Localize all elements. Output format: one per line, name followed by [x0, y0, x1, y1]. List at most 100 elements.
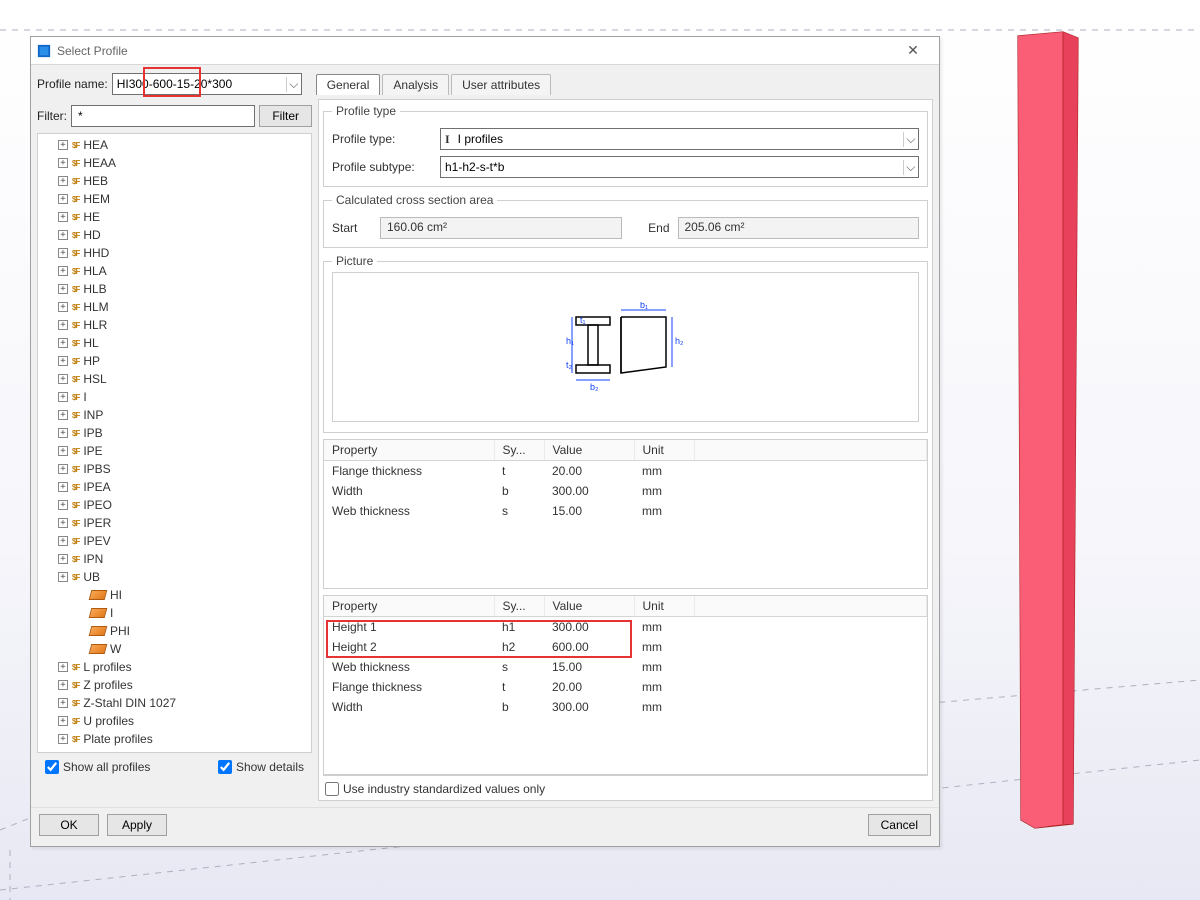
- tab-general[interactable]: General: [316, 74, 381, 95]
- tree-item[interactable]: PHI: [58, 622, 309, 640]
- show-details-checkbox[interactable]: Show details: [218, 760, 304, 774]
- profile-type-combo[interactable]: I ⌵: [440, 128, 919, 150]
- tree-item[interactable]: +$FHD: [58, 226, 309, 244]
- tree-item-label[interactable]: Plate profiles: [83, 732, 152, 746]
- expand-icon[interactable]: +: [58, 356, 68, 366]
- tree-item[interactable]: +$FHEB: [58, 172, 309, 190]
- tree-item[interactable]: +$FHLA: [58, 262, 309, 280]
- property-table-2[interactable]: Property Sy... Value Unit Height 1h1300.…: [323, 595, 928, 775]
- tree-item[interactable]: +$FI: [58, 388, 309, 406]
- tree-item-label[interactable]: PHI: [110, 624, 130, 638]
- chevron-down-icon[interactable]: ⌵: [286, 77, 301, 92]
- tree-item-label[interactable]: HL: [83, 336, 98, 350]
- tree-item-label[interactable]: I: [110, 606, 113, 620]
- expand-icon[interactable]: +: [58, 176, 68, 186]
- expand-icon[interactable]: +: [58, 140, 68, 150]
- tree-item[interactable]: +$FHEAA: [58, 154, 309, 172]
- tree-item[interactable]: +$FHSL: [58, 370, 309, 388]
- tree-item[interactable]: +$FU profiles: [58, 712, 309, 730]
- table-row[interactable]: Web thicknesss15.00mm: [324, 657, 927, 677]
- table-row[interactable]: Flange thicknesst20.00mm: [324, 677, 927, 697]
- expand-icon[interactable]: +: [58, 194, 68, 204]
- expand-icon[interactable]: +: [58, 212, 68, 222]
- profile-name-input[interactable]: [113, 75, 286, 93]
- tree-item[interactable]: +$FZ profiles: [58, 676, 309, 694]
- expand-icon[interactable]: +: [58, 572, 68, 582]
- expand-icon[interactable]: +: [58, 374, 68, 384]
- table-row[interactable]: Height 2h2600.00mm: [324, 637, 927, 657]
- profile-type-input[interactable]: [454, 130, 903, 148]
- expand-icon[interactable]: +: [58, 320, 68, 330]
- tree-item-label[interactable]: UB: [83, 570, 100, 584]
- expand-icon[interactable]: +: [58, 554, 68, 564]
- tree-item[interactable]: +$FL profiles: [58, 658, 309, 676]
- tree-item-label[interactable]: HI: [110, 588, 122, 602]
- tree-item-label[interactable]: HEA: [83, 138, 108, 152]
- use-industry-checkbox[interactable]: Use industry standardized values only: [325, 782, 545, 796]
- tree-item-label[interactable]: HEM: [83, 192, 110, 206]
- tree-item-label[interactable]: Z profiles: [83, 678, 132, 692]
- expand-icon[interactable]: +: [58, 500, 68, 510]
- tree-item[interactable]: +$FHLM: [58, 298, 309, 316]
- tree-item-label[interactable]: IPER: [83, 516, 111, 530]
- profile-name-combo[interactable]: ⌵: [112, 73, 302, 95]
- tab-user-attributes[interactable]: User attributes: [451, 74, 551, 95]
- tree-item-label[interactable]: L profiles: [83, 660, 131, 674]
- table-row[interactable]: Widthb300.00mm: [324, 697, 927, 717]
- tree-item-label[interactable]: HLB: [83, 282, 106, 296]
- tree-item[interactable]: +$FIPN: [58, 550, 309, 568]
- tree-item-label[interactable]: IPEV: [83, 534, 110, 548]
- tree-item-label[interactable]: I: [83, 390, 86, 404]
- tree-item[interactable]: +$FIPB: [58, 424, 309, 442]
- tree-item[interactable]: +$FHP: [58, 352, 309, 370]
- cancel-button[interactable]: Cancel: [868, 814, 931, 836]
- expand-icon[interactable]: +: [58, 662, 68, 672]
- table-row[interactable]: Height 1h1300.00mm: [324, 617, 927, 638]
- tree-item[interactable]: +$FHL: [58, 334, 309, 352]
- expand-icon[interactable]: +: [58, 734, 68, 744]
- tree-item-label[interactable]: U profiles: [83, 714, 134, 728]
- table-row[interactable]: Widthb300.00mm: [324, 481, 927, 501]
- expand-icon[interactable]: +: [58, 338, 68, 348]
- expand-icon[interactable]: +: [58, 680, 68, 690]
- tree-item[interactable]: HI: [58, 586, 309, 604]
- tree-item[interactable]: +$FHE: [58, 208, 309, 226]
- tree-item[interactable]: +$FHEM: [58, 190, 309, 208]
- tree-item-label[interactable]: IPE: [83, 444, 102, 458]
- tree-item-label[interactable]: HLR: [83, 318, 107, 332]
- filter-input[interactable]: [71, 105, 255, 127]
- tab-analysis[interactable]: Analysis: [382, 74, 449, 95]
- expand-icon[interactable]: +: [58, 158, 68, 168]
- expand-icon[interactable]: +: [58, 536, 68, 546]
- tree-item-label[interactable]: HEB: [83, 174, 108, 188]
- tree-item[interactable]: +$FPlate profiles: [58, 730, 309, 748]
- expand-icon[interactable]: +: [58, 284, 68, 294]
- tree-item-label[interactable]: INP: [83, 408, 103, 422]
- expand-icon[interactable]: +: [58, 410, 68, 420]
- tree-item[interactable]: +$FHLR: [58, 316, 309, 334]
- profile-subtype-input[interactable]: [441, 158, 903, 176]
- chevron-down-icon[interactable]: ⌵: [903, 160, 919, 175]
- tree-item-label[interactable]: HP: [83, 354, 100, 368]
- tree-item[interactable]: +$FINP: [58, 406, 309, 424]
- expand-icon[interactable]: +: [58, 266, 68, 276]
- close-button[interactable]: ✕: [893, 42, 933, 59]
- tree-item[interactable]: +$FHLB: [58, 280, 309, 298]
- show-all-profiles-checkbox[interactable]: Show all profiles: [45, 760, 150, 774]
- tree-item[interactable]: +$FHHD: [58, 244, 309, 262]
- expand-icon[interactable]: +: [58, 716, 68, 726]
- tree-item[interactable]: W: [58, 640, 309, 658]
- tree-item[interactable]: +$FHEA: [58, 136, 309, 154]
- table-row[interactable]: Flange thicknesst20.00mm: [324, 461, 927, 482]
- expand-icon[interactable]: +: [58, 230, 68, 240]
- tree-item-label[interactable]: HSL: [83, 372, 106, 386]
- tree-item[interactable]: +$FIPEA: [58, 478, 309, 496]
- property-table-1[interactable]: Property Sy... Value Unit Flange thickne…: [323, 439, 928, 589]
- tree-item-label[interactable]: HE: [83, 210, 100, 224]
- tree-item[interactable]: +$FIPER: [58, 514, 309, 532]
- filter-button[interactable]: Filter: [259, 105, 312, 127]
- profile-tree[interactable]: +$FHEA+$FHEAA+$FHEB+$FHEM+$FHE+$FHD+$FHH…: [37, 133, 312, 753]
- tree-item-label[interactable]: HEAA: [83, 156, 116, 170]
- expand-icon[interactable]: +: [58, 248, 68, 258]
- expand-icon[interactable]: +: [58, 698, 68, 708]
